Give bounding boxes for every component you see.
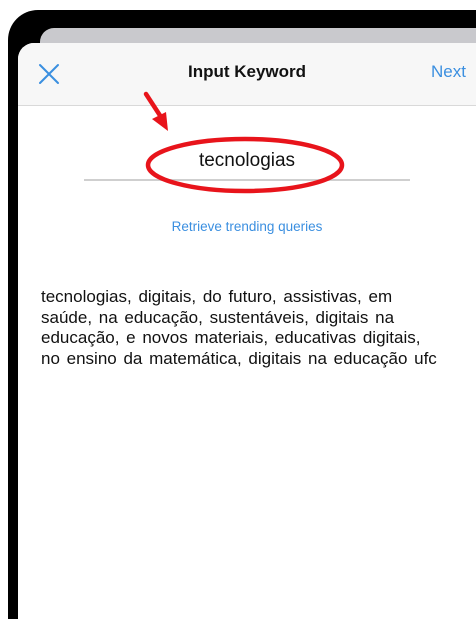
page-title: Input Keyword [187,62,307,81]
keyword-input[interactable] [84,143,410,181]
input-keyword-sheet: Input Keyword Next Retrieve trending que… [18,43,476,619]
trending-queries-text: tecnologias, digitais, do futuro, assist… [41,287,437,368]
nav-bar: Input Keyword Next [18,43,476,106]
next-button[interactable]: Next [431,62,466,82]
retrieve-trending-queries-link[interactable]: Retrieve trending queries [18,219,476,234]
